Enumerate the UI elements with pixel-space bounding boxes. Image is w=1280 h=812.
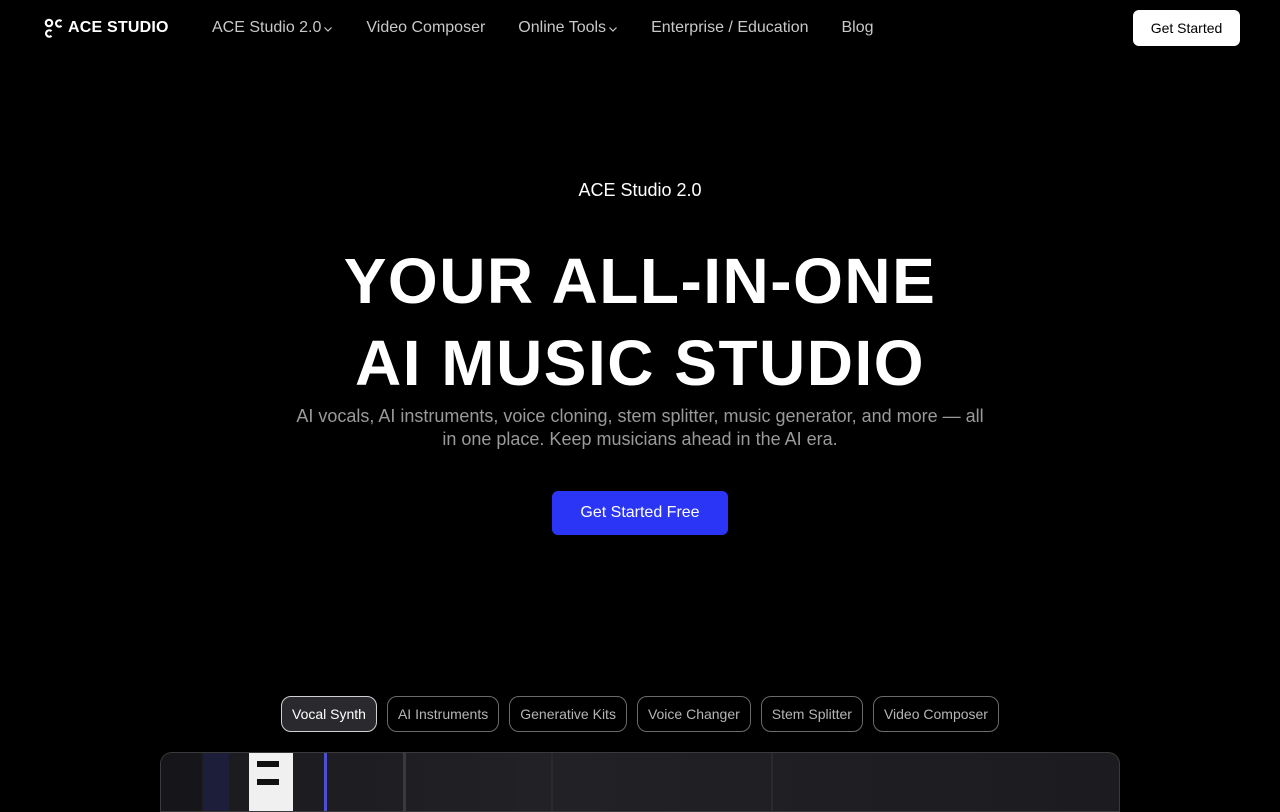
nav-item-ace-studio[interactable]: ACE Studio 2.0 [212, 19, 333, 37]
ace-logo-icon [44, 18, 63, 38]
hero-headline-line-1: YOUR ALL-IN-ONE [343, 245, 937, 317]
brand-logo[interactable]: ACE STUDIO [44, 17, 169, 39]
nav-item-blog[interactable]: Blog [841, 19, 873, 37]
nav-item-label: Video Composer [366, 19, 486, 36]
nav-item-label: Enterprise / Education [651, 19, 809, 36]
nav-item-enterprise-education[interactable]: Enterprise / Education [651, 19, 808, 37]
preview-grid-line [771, 753, 773, 811]
tab-generative-kits[interactable]: Generative Kits [509, 696, 627, 732]
chevron-down-icon [609, 27, 617, 32]
nav-item-label: ACE Studio 2.0 [212, 19, 322, 36]
tab-stem-splitter[interactable]: Stem Splitter [760, 696, 863, 732]
nav-links: ACE Studio 2.0 Video Composer Online Too… [212, 0, 874, 56]
preview-playhead [324, 753, 327, 811]
preview-piano-key-black [257, 779, 279, 785]
preview-grid-line [551, 753, 553, 811]
preview-grid-line [403, 753, 406, 811]
tab-vocal-synth[interactable]: Vocal Synth [281, 696, 377, 732]
top-nav: ACE STUDIO ACE Studio 2.0 Video Composer… [0, 0, 1280, 56]
tab-ai-instruments[interactable]: AI Instruments [386, 696, 500, 732]
get-started-button[interactable]: Get Started [1133, 10, 1240, 46]
get-started-free-button[interactable]: Get Started Free [552, 491, 728, 535]
nav-item-online-tools[interactable]: Online Tools [518, 19, 618, 37]
hero-subhead: AI vocals, AI instruments, voice cloning… [296, 406, 984, 449]
nav-item-label: Online Tools [518, 19, 607, 36]
preview-piano-roll-dark [161, 753, 201, 811]
hero-eyebrow: ACE Studio 2.0 [578, 180, 702, 200]
hero-headline: YOUR ALL-IN-ONE AI MUSIC STUDIO [0, 240, 1280, 404]
brand-name: ACE STUDIO [68, 19, 169, 36]
nav-item-label: Blog [841, 19, 874, 36]
feature-tabs: Vocal Synth AI Instruments Generative Ki… [0, 696, 1280, 732]
product-preview [160, 752, 1120, 812]
preview-piano-key-black [257, 761, 279, 767]
chevron-down-icon [324, 27, 333, 32]
tab-video-composer[interactable]: Video Composer [872, 696, 999, 732]
preview-piano-key [203, 753, 229, 811]
tab-voice-changer[interactable]: Voice Changer [636, 696, 751, 732]
nav-item-video-composer[interactable]: Video Composer [366, 19, 485, 37]
hero-headline-line-2: AI MUSIC STUDIO [354, 327, 926, 399]
